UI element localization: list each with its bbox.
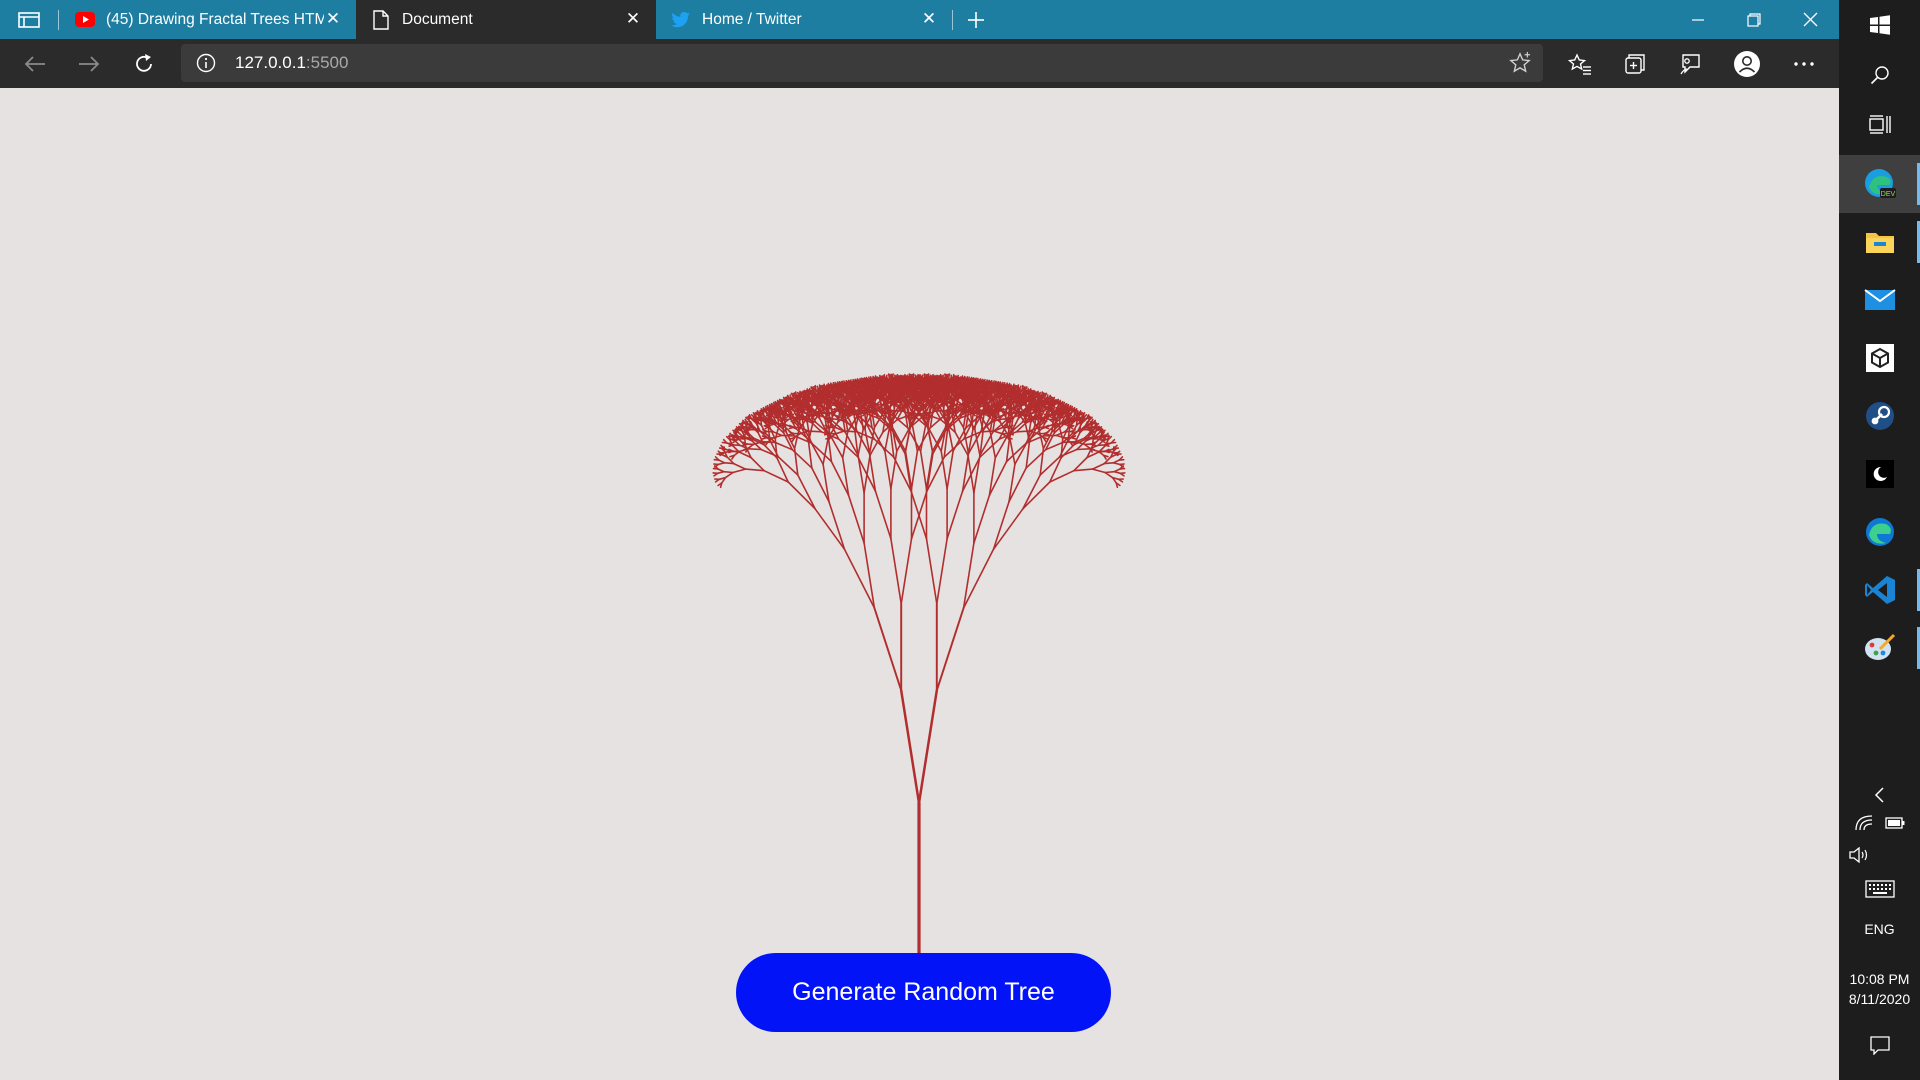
restore-icon[interactable]: [1726, 0, 1782, 39]
tab-label: Home / Twitter: [702, 10, 802, 28]
clock[interactable]: 10:08 PM 8/11/2020: [1839, 966, 1920, 1012]
favorite-star-icon[interactable]: [1505, 48, 1535, 78]
vscode-icon[interactable]: [1839, 561, 1920, 619]
keyboard-icon[interactable]: [1839, 876, 1920, 902]
youtube-icon: [74, 9, 96, 31]
minimize-icon[interactable]: [1670, 0, 1726, 39]
tab-label: (45) Drawing Fractal Trees HTML: [106, 10, 324, 28]
paint-icon[interactable]: [1839, 619, 1920, 677]
collections-icon[interactable]: [1620, 49, 1650, 79]
clock-time: 10:08 PM: [1849, 971, 1910, 987]
tab-document[interactable]: Document ✕: [356, 0, 656, 39]
browser-toolbar: 127.0.0.1:5500: [0, 39, 1839, 88]
settings-more-icon[interactable]: [1789, 49, 1819, 79]
favorites-icon[interactable]: [1565, 49, 1595, 79]
windows-start-icon[interactable]: [1839, 0, 1920, 50]
close-window-icon[interactable]: [1782, 0, 1838, 39]
profile-avatar-icon[interactable]: [1732, 49, 1762, 79]
system-tray-row: [1839, 812, 1920, 838]
new-tab-icon[interactable]: [961, 5, 991, 35]
search-icon[interactable]: [1839, 50, 1920, 100]
close-tab-icon[interactable]: ✕: [920, 10, 938, 28]
tab-separator: [58, 10, 59, 30]
svg-text:DEV: DEV: [1880, 191, 1895, 198]
back-icon[interactable]: [20, 49, 50, 79]
mail-icon[interactable]: [1839, 271, 1920, 329]
file-explorer-icon[interactable]: [1839, 213, 1920, 271]
steam-icon[interactable]: [1839, 387, 1920, 445]
tab-separator: [952, 10, 953, 30]
close-tab-icon[interactable]: ✕: [624, 10, 642, 28]
battery-icon[interactable]: [1884, 816, 1905, 834]
windows-taskbar: DEV ENG 10:08 PM 8/11/2020: [1839, 0, 1920, 1080]
twitter-icon: [670, 9, 692, 31]
url-text[interactable]: 127.0.0.1:5500: [235, 53, 348, 73]
action-center-icon[interactable]: [1839, 1030, 1920, 1060]
chevron-left-icon[interactable]: [1839, 782, 1920, 808]
fractal-tree: [712, 373, 1126, 955]
unity-icon[interactable]: [1839, 329, 1920, 387]
fractal-tree-canvas: [712, 373, 1126, 955]
feedback-icon[interactable]: [1675, 49, 1705, 79]
tab-actions-icon[interactable]: [14, 5, 44, 35]
refresh-icon[interactable]: [129, 49, 159, 79]
url-port: :5500: [305, 53, 349, 72]
close-tab-icon[interactable]: ✕: [324, 10, 342, 28]
generate-random-tree-button[interactable]: Generate Random Tree: [736, 953, 1111, 1032]
page-viewport: Generate Random Tree: [0, 88, 1839, 1080]
tab-label: Document: [402, 10, 473, 28]
edge-icon[interactable]: [1839, 503, 1920, 561]
edge-dev-icon[interactable]: DEV: [1839, 155, 1920, 213]
language-indicator[interactable]: ENG: [1839, 916, 1920, 942]
volume-icon[interactable]: [1839, 842, 1920, 868]
forward-icon[interactable]: [74, 49, 104, 79]
network-icon[interactable]: [1854, 814, 1873, 836]
site-info-icon[interactable]: [191, 48, 221, 78]
tab-youtube[interactable]: (45) Drawing Fractal Trees HTML ✕: [62, 0, 356, 39]
address-bar[interactable]: 127.0.0.1:5500: [181, 44, 1543, 82]
dark-app-icon[interactable]: [1839, 445, 1920, 503]
tab-twitter[interactable]: Home / Twitter ✕: [656, 0, 952, 39]
tab-bar: (45) Drawing Fractal Trees HTML ✕ Docume…: [0, 0, 1839, 39]
clock-date: 8/11/2020: [1848, 991, 1911, 1007]
task-view-icon[interactable]: [1839, 100, 1920, 150]
url-host: 127.0.0.1: [235, 53, 306, 72]
document-icon: [370, 9, 392, 31]
